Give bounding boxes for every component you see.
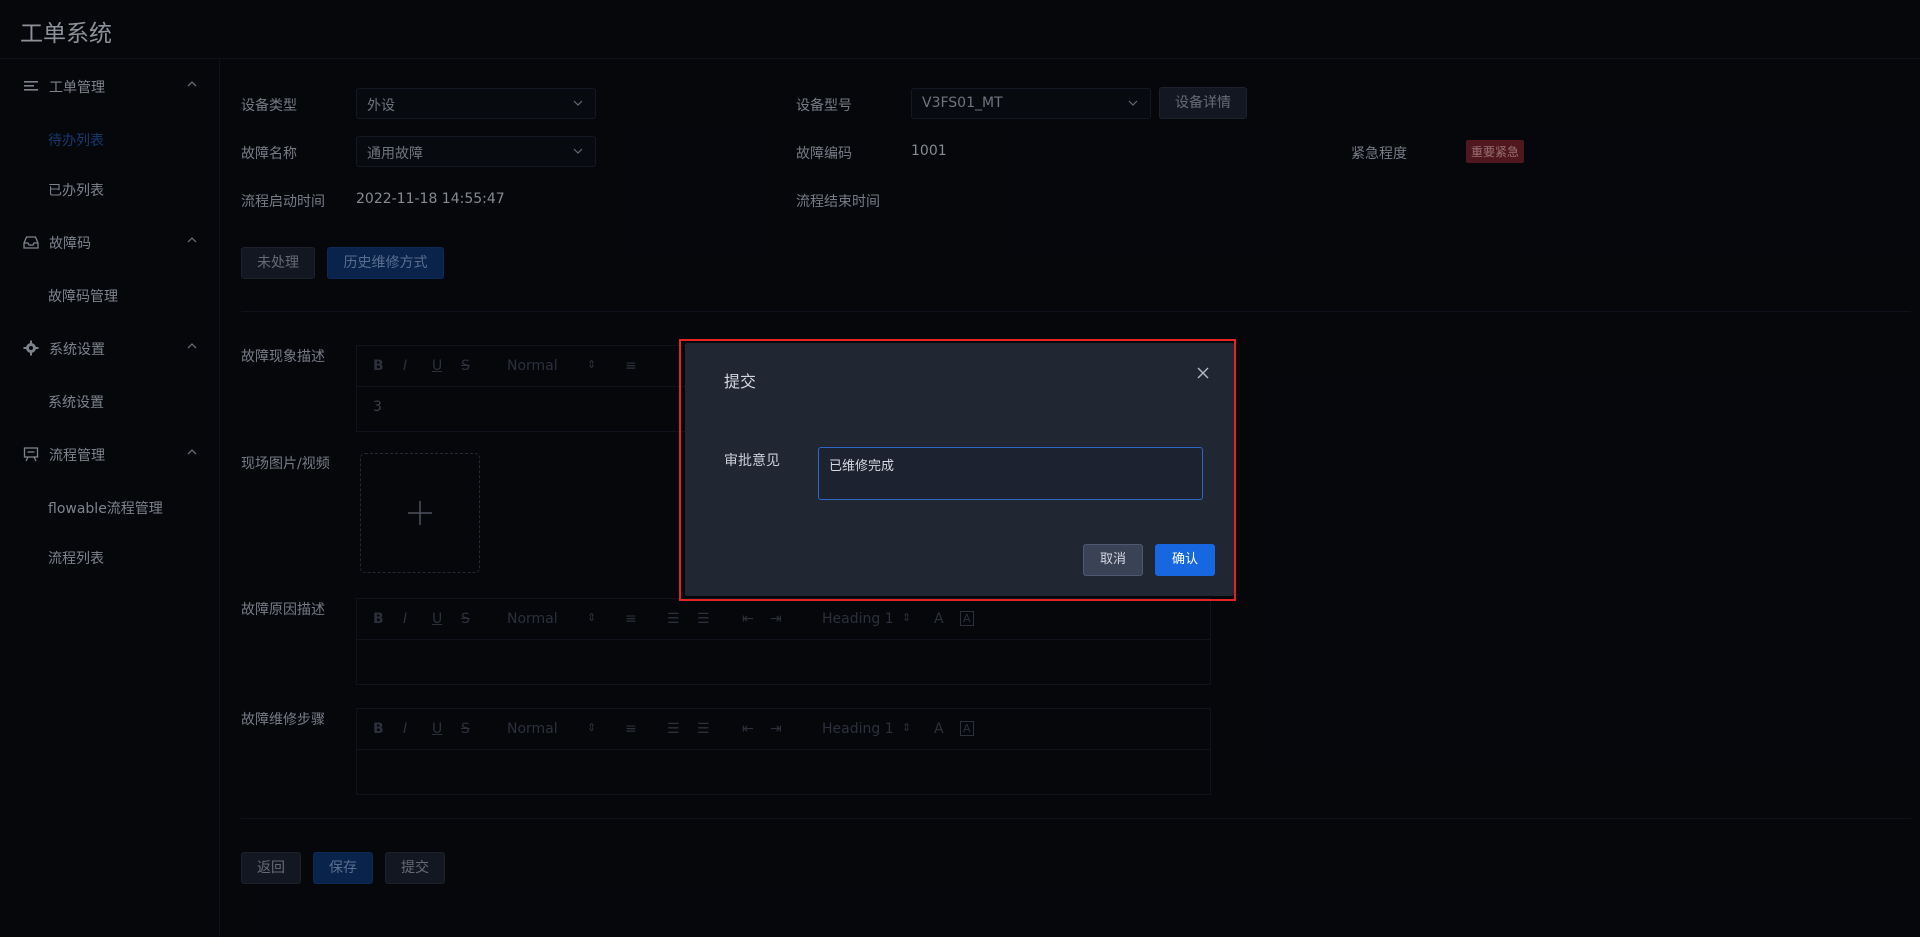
opinion-textarea[interactable]: 已维修完成 — [818, 447, 1203, 500]
dialog-title: 提交 — [724, 372, 757, 391]
confirm-button[interactable]: 确认 — [1155, 544, 1215, 576]
submit-dialog: 提交 审批意见 已维修完成 取消 确认 — [685, 343, 1234, 596]
close-icon[interactable] — [1196, 366, 1210, 380]
opinion-label: 审批意见 — [724, 453, 780, 469]
cancel-button[interactable]: 取消 — [1083, 544, 1143, 576]
